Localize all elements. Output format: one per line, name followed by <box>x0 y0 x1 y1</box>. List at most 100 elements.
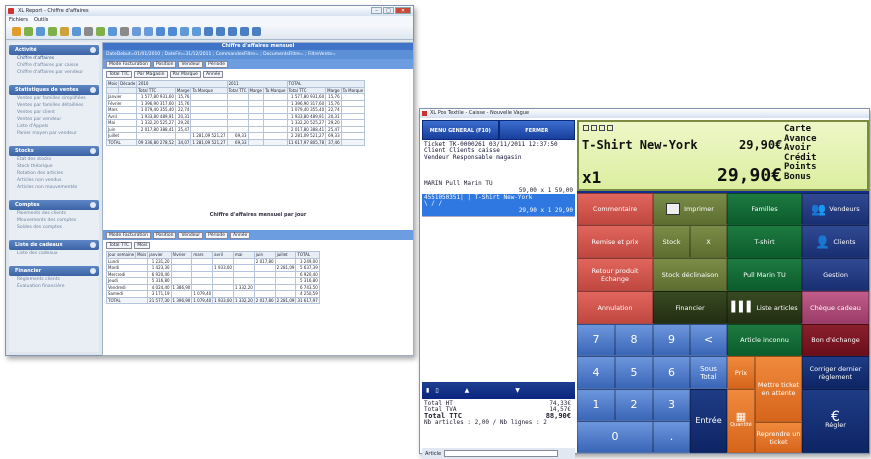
liste-articles-button[interactable]: ▌▌▌ Liste articles <box>727 291 802 324</box>
sidebar-section-header[interactable]: Comptes <box>9 200 99 210</box>
sidebar-item[interactable]: Mouvements des comptes <box>9 217 99 224</box>
tool-icon[interactable] <box>156 27 165 36</box>
commentaire-button[interactable]: Commentaire <box>577 193 653 225</box>
quantite-button[interactable]: ▦ Quantité <box>727 389 755 453</box>
filter-dropdown[interactable]: Vendeur <box>178 61 204 68</box>
tool-icon[interactable] <box>192 27 201 36</box>
sidebar-item[interactable]: Soldes des comptes <box>9 224 99 231</box>
backspace-key[interactable]: < <box>690 324 727 356</box>
lock-icon[interactable]: ▯ <box>435 387 438 394</box>
filter-dropdown[interactable]: Total TTC <box>106 242 133 249</box>
sidebar-section-header[interactable]: Financier <box>9 266 99 276</box>
row-field[interactable]: Décade <box>118 80 138 88</box>
scroll-down-icon[interactable]: ▼ <box>515 387 520 394</box>
sidebar-section-header[interactable]: Liste de cadeaux <box>9 240 99 250</box>
clients-button[interactable]: 👤 Clients <box>802 225 869 258</box>
sidebar-item[interactable]: Ventes par familles simplifiées <box>9 95 99 102</box>
tool-icon[interactable] <box>120 27 129 36</box>
mettre-en-attente-button[interactable]: Mettre ticket en attente <box>755 356 802 422</box>
sidebar-item[interactable]: Chiffre d'affaires par caisse <box>9 62 99 69</box>
tool-icon[interactable] <box>204 27 213 36</box>
tool-icon[interactable] <box>216 27 225 36</box>
entree-button[interactable]: Entrée <box>690 389 727 453</box>
tool-icon[interactable] <box>132 27 141 36</box>
remise-button[interactable]: Remise et prix <box>577 225 653 258</box>
retour-button[interactable]: Retour produit Echange <box>577 258 653 291</box>
key-6[interactable]: 6 <box>653 356 690 389</box>
filter-dropdown[interactable]: Total TTC <box>106 71 133 78</box>
key-2[interactable]: 2 <box>615 389 653 421</box>
sidebar-item[interactable]: Règlements clients <box>9 276 99 283</box>
tool-icon[interactable] <box>228 27 237 36</box>
close-button[interactable]: ✕ <box>395 7 411 14</box>
menu-fichiers[interactable]: Fichiers <box>9 16 28 24</box>
tool-icon[interactable] <box>144 27 153 36</box>
filter-dropdown[interactable]: Mode Facturation <box>106 232 151 239</box>
financier-button[interactable]: Financier <box>653 291 727 324</box>
sidebar-item[interactable]: Stock théorique <box>9 163 99 170</box>
article-inconnu-button[interactable]: Article inconnu <box>727 324 802 356</box>
filter-dropdown[interactable]: Année <box>229 232 251 239</box>
reprendre-ticket-button[interactable]: Reprendre un ticket <box>755 422 802 453</box>
sidebar-item[interactable]: Paiements des clients <box>9 210 99 217</box>
menu-general-button[interactable]: MENU GENERAL (F10) <box>422 120 499 140</box>
sidebar-section-header[interactable]: Statistiques de ventes <box>9 85 99 95</box>
filter-dropdown[interactable]: Période <box>205 232 228 239</box>
tool-icon[interactable] <box>96 27 105 36</box>
sidebar-item[interactable]: Chiffre d'affaires <box>9 55 99 62</box>
key-7[interactable]: 7 <box>577 324 615 356</box>
sidebar-item[interactable]: Chiffre d'affaires par vendeur <box>9 69 99 76</box>
tool-icon[interactable] <box>168 27 177 36</box>
bon-echange-button[interactable]: Bon d'échange <box>802 324 869 356</box>
tool-icon[interactable] <box>36 27 45 36</box>
sidebar-item[interactable]: Articles non vendus <box>9 177 99 184</box>
stock-button[interactable]: Stock <box>653 225 690 258</box>
regler-button[interactable]: € Régler <box>802 389 869 453</box>
key-9[interactable]: 9 <box>653 324 690 356</box>
key-5[interactable]: 5 <box>615 356 653 389</box>
sidebar-item[interactable]: Panier moyen par vendeur <box>9 130 99 137</box>
key-dot[interactable]: . <box>653 421 690 453</box>
tool-icon[interactable] <box>48 27 57 36</box>
delete-icon[interactable]: ▮ <box>426 387 429 394</box>
x-button[interactable]: X <box>690 225 727 258</box>
key-1[interactable]: 1 <box>577 389 615 421</box>
filter-dropdown[interactable]: Position <box>152 61 177 68</box>
tool-icon[interactable] <box>180 27 189 36</box>
key-4[interactable]: 4 <box>577 356 615 389</box>
filter-dropdown[interactable]: Mois <box>134 242 151 249</box>
filter-dropdown[interactable]: Vendeur <box>178 232 204 239</box>
filter-dropdown[interactable]: Année <box>202 71 224 78</box>
tool-icon[interactable] <box>72 27 81 36</box>
sidebar-item[interactable]: Rotation des articles <box>9 170 99 177</box>
ticket-line[interactable]: MARIN Pull Marin TU 59,00 x 1 59,00 <box>422 180 575 194</box>
sidebar-section-header[interactable]: Stocks <box>9 146 99 156</box>
tshirt-button[interactable]: T-shirt <box>727 225 802 258</box>
sidebar-item[interactable]: Liste d'Appels <box>9 123 99 130</box>
row-field[interactable]: Jour semaine <box>105 251 137 259</box>
article-input[interactable] <box>444 450 559 457</box>
sidebar-item[interactable]: Ventes par vendeur <box>9 116 99 123</box>
filter-dropdown[interactable]: Par Marque <box>169 71 201 78</box>
sidebar-item[interactable]: Liste des cadeaux <box>9 250 99 257</box>
filter-dropdown[interactable]: Par Magasin <box>134 71 168 78</box>
filter-dropdown[interactable]: Mode Facturation <box>106 61 151 68</box>
key-3[interactable]: 3 <box>653 389 690 421</box>
maximize-button[interactable]: □ <box>383 7 394 14</box>
minimize-button[interactable]: – <box>371 7 382 14</box>
vendeurs-button[interactable]: 👥 Vendeurs <box>802 193 869 225</box>
tool-icon[interactable] <box>108 27 117 36</box>
filter-dropdown[interactable]: Période <box>205 61 228 68</box>
ticket-line-selected[interactable]: 4551050351| | T-Shirt New-York \ / /29,90… <box>422 194 575 216</box>
familles-button[interactable]: Familles <box>727 193 802 225</box>
option-bonus[interactable]: Bonus <box>784 172 817 183</box>
tool-icon[interactable] <box>60 27 69 36</box>
scroll-up-icon[interactable]: ▲ <box>465 387 470 394</box>
row-field[interactable]: Mois <box>135 251 149 259</box>
tool-icon[interactable] <box>252 27 261 36</box>
key-8[interactable]: 8 <box>615 324 653 356</box>
sidebar-item[interactable]: État des stocks <box>9 156 99 163</box>
prix-button[interactable]: Prix <box>727 356 755 389</box>
tool-icon[interactable] <box>84 27 93 36</box>
sidebar-item[interactable]: Articles non mouvementés <box>9 184 99 191</box>
